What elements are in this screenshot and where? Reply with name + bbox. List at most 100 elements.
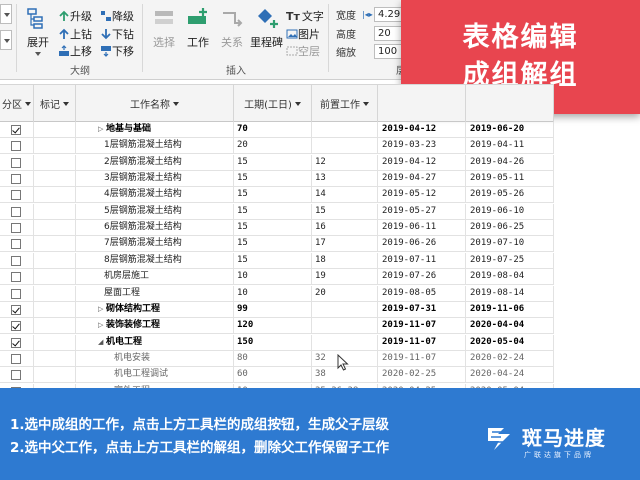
start-date-cell[interactable]: 2019-04-12 xyxy=(378,154,466,171)
start-date-cell[interactable]: 2019-06-11 xyxy=(378,220,466,237)
start-date-cell[interactable]: 2019-08-05 xyxy=(378,285,466,302)
end-date-cell[interactable]: 2019-05-11 xyxy=(466,171,554,188)
table-row[interactable]: ▷ 地基与基础 70 2019-04-12 2019-06-20 xyxy=(0,122,554,138)
empty-layer-button[interactable]: 空层 xyxy=(286,43,320,59)
row-checkbox[interactable] xyxy=(11,174,21,185)
row-checkbox[interactable] xyxy=(11,239,21,250)
table-row[interactable]: 4层钢筋混凝土结构 15 14 2019-05-12 2019-05-26 xyxy=(0,187,554,204)
task-name-cell[interactable]: 机电工程调试 xyxy=(76,367,234,384)
row-checkbox[interactable] xyxy=(11,370,21,381)
end-date-cell[interactable]: 2019-04-11 xyxy=(466,138,554,155)
header-end[interactable] xyxy=(466,85,554,122)
row-checkbox[interactable] xyxy=(11,321,21,332)
start-date-cell[interactable]: 2019-04-12 xyxy=(378,122,466,138)
task-name-cell[interactable]: 6层钢筋混凝土结构 xyxy=(76,220,234,237)
end-date-cell[interactable]: 2019-04-26 xyxy=(466,154,554,171)
header-partition[interactable]: 分区 xyxy=(0,85,34,122)
mark-cell[interactable] xyxy=(34,285,76,302)
predecessor-cell[interactable] xyxy=(312,318,378,335)
mark-cell[interactable] xyxy=(34,334,76,351)
insert-text-button[interactable]: Tт 文字 xyxy=(286,8,324,24)
predecessor-cell[interactable] xyxy=(312,301,378,318)
start-date-cell[interactable]: 2019-07-11 xyxy=(378,252,466,269)
table-row[interactable]: ◢ 机电工程 150 2019-11-07 2020-05-04 xyxy=(0,334,554,351)
expand-icon[interactable]: ▷ xyxy=(98,318,106,333)
task-name-cell[interactable]: ▷ 地基与基础 xyxy=(76,122,234,138)
task-name-cell[interactable]: ◢ 机电工程 xyxy=(76,334,234,351)
duration-cell[interactable]: 15 xyxy=(234,171,312,188)
table-row[interactable]: ▷ 砌体结构工程 99 2019-07-31 2019-11-06 xyxy=(0,301,554,318)
task-name-cell[interactable]: 1层钢筋混凝土结构 xyxy=(76,138,234,155)
table-row[interactable]: 6层钢筋混凝土结构 15 16 2019-06-11 2019-06-25 xyxy=(0,220,554,237)
row-checkbox[interactable] xyxy=(11,353,21,364)
start-date-cell[interactable]: 2019-05-12 xyxy=(378,187,466,204)
duration-cell[interactable]: 99 xyxy=(234,301,312,318)
predecessor-cell[interactable]: 12 xyxy=(312,154,378,171)
duration-cell[interactable]: 70 xyxy=(234,122,312,138)
end-date-cell[interactable]: 2020-02-24 xyxy=(466,350,554,367)
end-date-cell[interactable]: 2019-05-26 xyxy=(466,187,554,204)
mark-cell[interactable] xyxy=(34,350,76,367)
predecessor-cell[interactable] xyxy=(312,122,378,138)
duration-cell[interactable]: 15 xyxy=(234,252,312,269)
downgrade-button[interactable]: 降级 xyxy=(100,8,134,24)
duration-cell[interactable]: 15 xyxy=(234,154,312,171)
duration-cell[interactable]: 15 xyxy=(234,187,312,204)
predecessor-cell[interactable]: 13 xyxy=(312,171,378,188)
duration-cell[interactable]: 80 xyxy=(234,350,312,367)
task-name-cell[interactable]: 7层钢筋混凝土结构 xyxy=(76,236,234,253)
task-name-cell[interactable]: 8层钢筋混凝土结构 xyxy=(76,252,234,269)
start-date-cell[interactable]: 2019-07-26 xyxy=(378,269,466,286)
task-name-cell[interactable]: ▷ 砌体结构工程 xyxy=(76,301,234,318)
upgrade-button[interactable]: 升级 xyxy=(58,8,92,24)
left-dropdown-2[interactable] xyxy=(0,30,12,50)
end-date-cell[interactable]: 2019-06-20 xyxy=(466,122,554,138)
table-row[interactable]: 5层钢筋混凝土结构 15 15 2019-05-27 2019-06-10 xyxy=(0,203,554,220)
row-checkbox[interactable] xyxy=(11,141,21,152)
table-row[interactable]: ▷ 装饰装修工程 120 2019-11-07 2020-04-04 xyxy=(0,318,554,335)
duration-cell[interactable]: 150 xyxy=(234,334,312,351)
end-date-cell[interactable]: 2019-06-25 xyxy=(466,220,554,237)
predecessor-cell[interactable]: 17 xyxy=(312,236,378,253)
task-name-cell[interactable]: 机电安装 xyxy=(76,350,234,367)
task-name-cell[interactable]: 2层钢筋混凝土结构 xyxy=(76,154,234,171)
end-date-cell[interactable]: 2019-11-06 xyxy=(466,301,554,318)
start-date-cell[interactable]: 2019-04-27 xyxy=(378,171,466,188)
predecessor-cell[interactable]: 14 xyxy=(312,187,378,204)
start-date-cell[interactable]: 2019-07-31 xyxy=(378,301,466,318)
predecessor-cell[interactable] xyxy=(312,138,378,155)
task-name-cell[interactable]: 屋面工程 xyxy=(76,285,234,302)
move-up-button[interactable]: 上钻 xyxy=(58,26,92,42)
row-checkbox[interactable] xyxy=(11,272,21,283)
predecessor-cell[interactable]: 19 xyxy=(312,269,378,286)
end-date-cell[interactable]: 2020-04-24 xyxy=(466,367,554,384)
milestone-button[interactable]: 里程碑 xyxy=(250,6,283,50)
end-date-cell[interactable]: 2019-07-10 xyxy=(466,236,554,253)
width-input[interactable]: 4.29 xyxy=(374,6,404,22)
start-date-cell[interactable]: 2019-11-07 xyxy=(378,334,466,351)
mark-cell[interactable] xyxy=(34,154,76,171)
table-row[interactable]: 机电工程调试 60 38 2020-02-25 2020-04-24 xyxy=(0,367,554,384)
header-name[interactable]: 工作名称 xyxy=(76,85,234,122)
header-start[interactable] xyxy=(378,85,466,122)
row-checkbox[interactable] xyxy=(11,255,21,266)
row-checkbox[interactable] xyxy=(11,190,21,201)
start-date-cell[interactable]: 2020-02-25 xyxy=(378,367,466,384)
row-checkbox[interactable] xyxy=(11,337,21,348)
start-date-cell[interactable]: 2019-05-27 xyxy=(378,203,466,220)
duration-cell[interactable]: 10 xyxy=(234,269,312,286)
start-date-cell[interactable]: 2019-03-23 xyxy=(378,138,466,155)
duration-cell[interactable]: 15 xyxy=(234,220,312,237)
task-name-cell[interactable]: 机房层施工 xyxy=(76,269,234,286)
table-row[interactable]: 8层钢筋混凝土结构 15 18 2019-07-11 2019-07-25 xyxy=(0,252,554,269)
task-name-cell[interactable]: ▷ 装饰装修工程 xyxy=(76,318,234,335)
row-checkbox[interactable] xyxy=(11,288,21,299)
start-date-cell[interactable]: 2019-11-07 xyxy=(378,350,466,367)
header-duration[interactable]: 工期(工日) xyxy=(234,85,312,122)
duration-cell[interactable]: 60 xyxy=(234,367,312,384)
row-checkbox[interactable] xyxy=(11,157,21,168)
table-row[interactable]: 机电安装 80 32 2019-11-07 2020-02-24 xyxy=(0,350,554,367)
table-row[interactable]: 屋面工程 10 20 2019-08-05 2019-08-14 xyxy=(0,285,554,302)
collapse-icon[interactable]: ◢ xyxy=(98,335,106,350)
mark-cell[interactable] xyxy=(34,367,76,384)
